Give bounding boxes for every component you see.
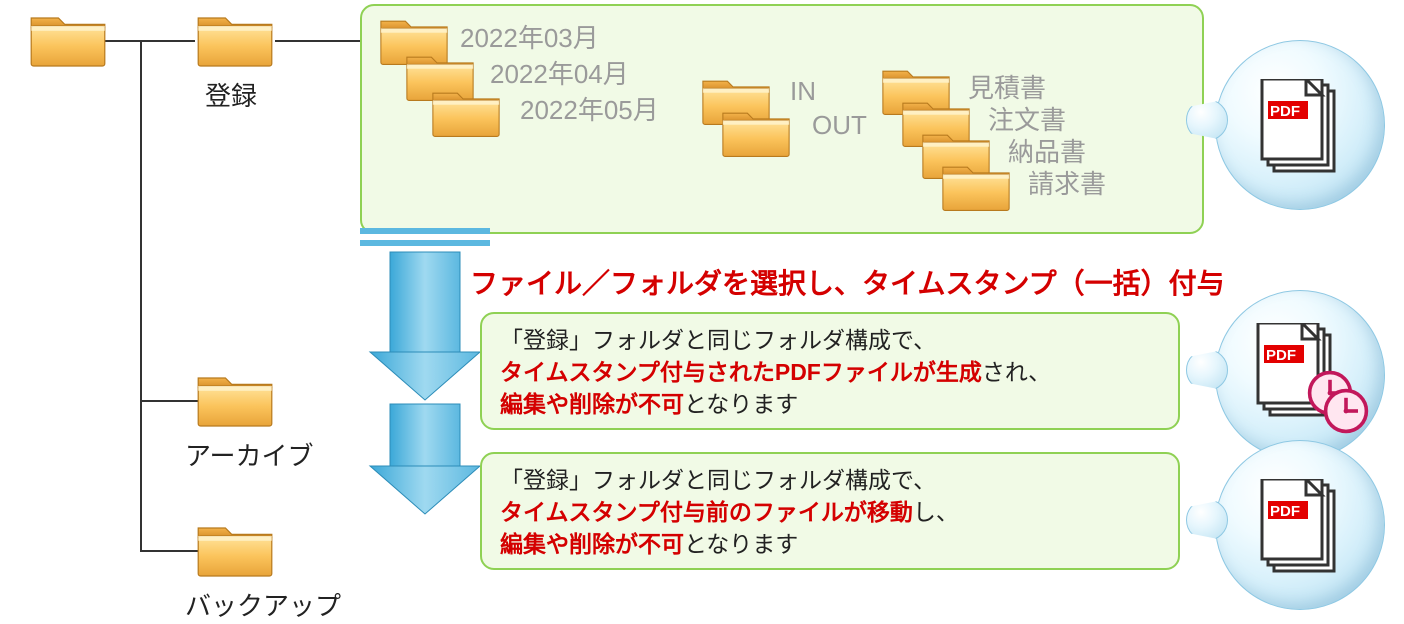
text: され、 [982, 359, 1051, 385]
connector [140, 550, 200, 552]
pdf-bubble: PDF [1215, 440, 1385, 610]
out-label: OUT [812, 110, 867, 141]
backup-folder-icon [195, 520, 275, 580]
connector [140, 40, 142, 550]
month-label: 2022年03月 [460, 18, 599, 55]
connector [140, 400, 200, 402]
register-label: 登録 [205, 76, 257, 113]
month-label: 2022年04月 [490, 54, 629, 91]
month-folder-icon [430, 86, 502, 140]
text: 「登録」フォルダと同じフォルダ構成で、 [500, 327, 936, 353]
text-red: タイムスタンプ付与されたPDFファイルが生成 [500, 359, 982, 385]
doctype-label: 請求書 [1028, 164, 1106, 201]
in-label: IN [790, 76, 816, 107]
backup-label: バックアップ [185, 586, 341, 623]
text: 「登録」フォルダと同じフォルダ構成で、 [500, 467, 936, 493]
pdf-timestamped-bubble: PDF [1215, 290, 1385, 460]
pdf-stack-icon: PDF [1258, 79, 1346, 184]
backup-panel: 「登録」フォルダと同じフォルダ構成で、 タイムスタンプ付与前のファイルが移動し、… [480, 452, 1180, 570]
inout-folder-icon [720, 106, 792, 160]
backup-desc: 「登録」フォルダと同じフォルダ構成で、 タイムスタンプ付与前のファイルが移動し、… [500, 464, 1160, 561]
month-label: 2022年05月 [520, 90, 659, 127]
archive-folder-icon [195, 370, 275, 430]
clock-icon [1322, 387, 1370, 440]
root-folder-icon [28, 10, 108, 70]
pdf-stack-icon: PDF [1258, 479, 1346, 584]
register-folder-icon [195, 10, 275, 70]
text-red: 編集や削除が不可 [500, 531, 684, 557]
doctype-folder-icon [940, 160, 1012, 214]
pdf-badge: PDF [1270, 503, 1300, 520]
pdf-badge: PDF [1270, 103, 1300, 120]
text: となります [684, 391, 798, 417]
archive-label: アーカイブ [185, 436, 313, 473]
text: となります [684, 531, 798, 557]
archive-panel: 「登録」フォルダと同じフォルダ構成で、 タイムスタンプ付与されたPDFファイルが… [480, 312, 1180, 430]
action-title: ファイル／フォルダを選択し、タイムスタンプ（一括）付与 [470, 262, 1225, 302]
text: し、 [913, 499, 959, 525]
pdf-bubble: PDF [1215, 40, 1385, 210]
archive-desc: 「登録」フォルダと同じフォルダ構成で、 タイムスタンプ付与されたPDFファイルが… [500, 324, 1160, 421]
text-red: タイムスタンプ付与前のファイルが移動 [500, 499, 913, 525]
pdf-badge: PDF [1266, 347, 1296, 364]
text-red: 編集や削除が不可 [500, 391, 684, 417]
